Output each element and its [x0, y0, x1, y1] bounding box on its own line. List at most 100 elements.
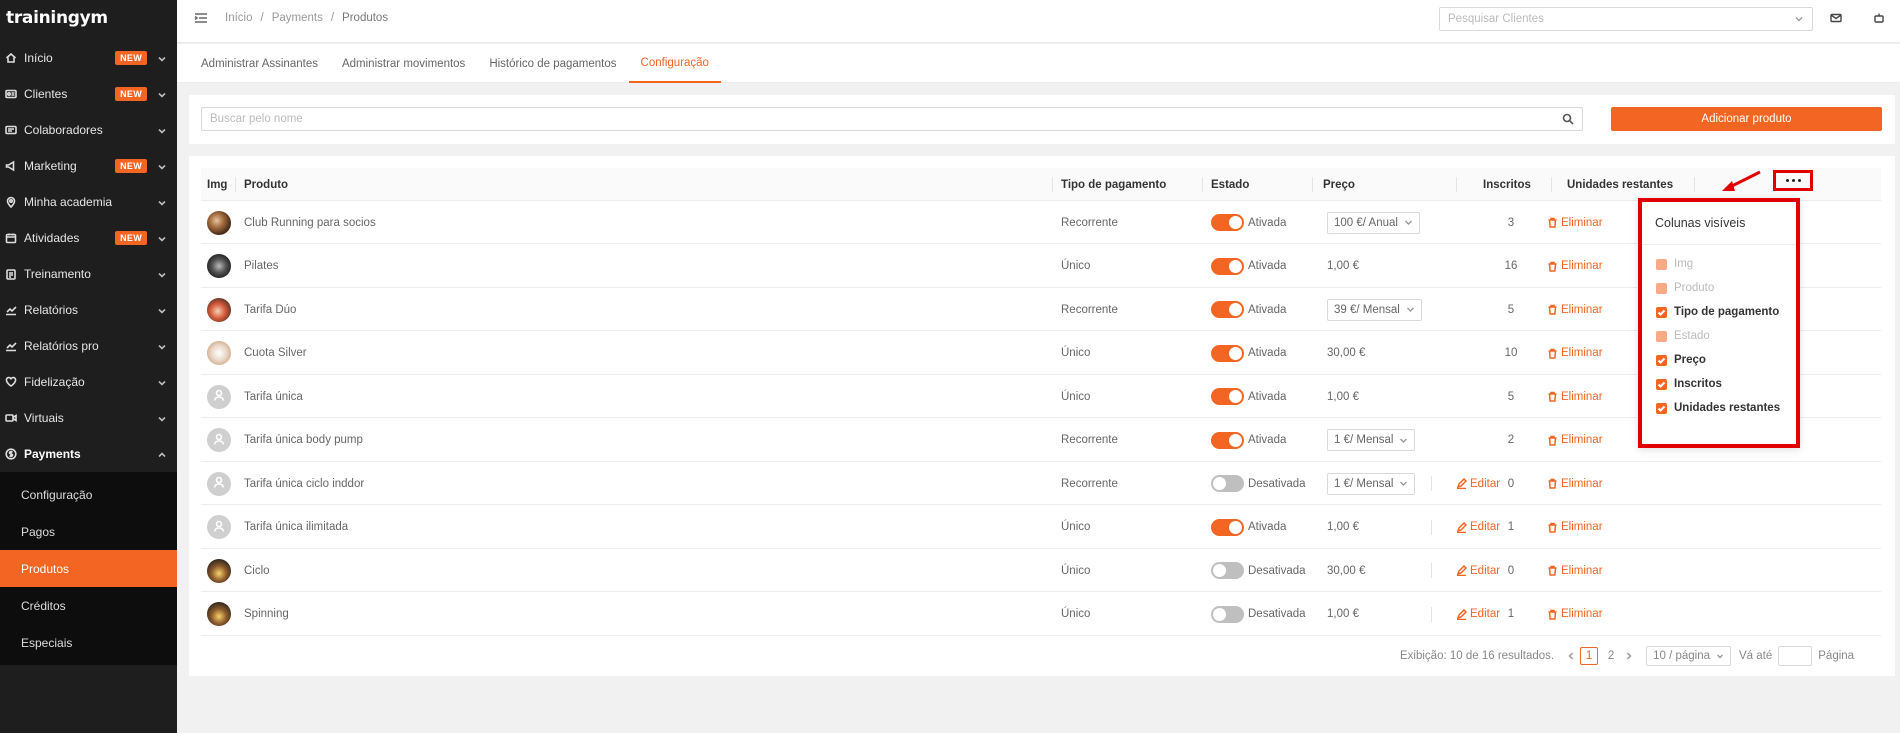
sidebar-item-relatorios[interactable]: Relatórios	[0, 292, 177, 328]
per-page-select[interactable]: 10 / página	[1646, 646, 1731, 666]
user-icon	[212, 432, 226, 449]
product-name[interactable]: Spinning	[244, 593, 289, 636]
sidebar-item-treinamento[interactable]: Treinamento	[0, 256, 177, 292]
chevron-down-icon	[157, 125, 167, 135]
delete-button[interactable]: Eliminar	[1547, 391, 1603, 403]
price-select[interactable]: 39 €/ Mensal	[1327, 298, 1422, 321]
delete-button[interactable]: Eliminar	[1547, 217, 1603, 229]
product-name[interactable]: Tarifa única ilimitada	[244, 506, 348, 549]
checkbox[interactable]	[1656, 402, 1667, 414]
sidebar-item-label: Atividades	[24, 231, 80, 245]
search-panel: Buscar pelo nome Adicionar produto	[189, 95, 1895, 144]
tab-administrar-movimentos[interactable]: Administrar movimentos	[330, 44, 477, 83]
add-product-button[interactable]: Adicionar produto	[1611, 107, 1882, 131]
checkbox[interactable]	[1656, 306, 1667, 318]
sidebar-item-fidelizacao[interactable]: Fidelização	[0, 364, 177, 400]
delete-button[interactable]: Eliminar	[1547, 478, 1603, 490]
sidebar-item-payments[interactable]: Payments	[0, 436, 177, 472]
checkbox[interactable]	[1656, 354, 1667, 366]
column-option-unidades-restantes[interactable]: Unidades restantes	[1656, 400, 1780, 416]
payment-type: Único	[1061, 564, 1091, 577]
status-toggle[interactable]	[1211, 431, 1244, 449]
status-toggle[interactable]	[1211, 388, 1244, 405]
status-toggle[interactable]	[1211, 475, 1244, 492]
edit-button[interactable]: Editar	[1456, 521, 1500, 533]
submenu-item-especiais[interactable]: Especiais	[0, 624, 177, 661]
status-toggle[interactable]	[1211, 518, 1244, 536]
submenu-item-configuracao[interactable]: Configuração	[0, 476, 177, 513]
delete-button[interactable]: Eliminar	[1547, 260, 1603, 272]
sidebar-item-colaboradores[interactable]: Colaboradores	[0, 112, 177, 148]
avatar	[207, 471, 231, 496]
video-icon	[4, 411, 18, 425]
delete-button[interactable]: Eliminar	[1547, 304, 1603, 316]
product-name[interactable]: Cuota Silver	[244, 332, 307, 375]
product-name[interactable]: Tarifa única ciclo inddor	[244, 462, 364, 505]
breadcrumb-home[interactable]: Início	[225, 12, 253, 24]
search-icon[interactable]	[1562, 113, 1574, 125]
edit-button[interactable]: Editar	[1456, 478, 1500, 490]
payment-type: Único	[1061, 390, 1091, 403]
edit-button[interactable]: Editar	[1456, 608, 1500, 620]
menu-toggle-icon[interactable]	[194, 11, 208, 25]
page-1-button[interactable]: 1	[1580, 647, 1599, 665]
sidebar-item-minha-academia[interactable]: Minha academia	[0, 184, 177, 220]
product-name[interactable]: Tarifa única	[244, 375, 303, 418]
sidebar-item-atividades[interactable]: Atividades NEW	[0, 220, 177, 256]
status-toggle[interactable]	[1211, 257, 1244, 275]
column-option-preco[interactable]: Preço	[1656, 352, 1706, 368]
delete-label: Eliminar	[1561, 347, 1603, 359]
submenu-item-creditos[interactable]: Créditos	[0, 587, 177, 624]
column-option-inscritos[interactable]: Inscritos	[1656, 376, 1722, 392]
price-select[interactable]: 1 €/ Mensal	[1327, 429, 1416, 451]
table-row: Ciclo Único Desativada 30,00 €0 Editar Elimin…	[201, 549, 1881, 592]
price-select[interactable]: 1 €/ Mensal	[1327, 472, 1416, 495]
sidebar-item-marketing[interactable]: Marketing NEW	[0, 148, 177, 184]
avatar	[207, 297, 231, 322]
product-name[interactable]: Club Running para socios	[244, 201, 376, 244]
product-name-search-input[interactable]: Buscar pelo nome	[201, 107, 1583, 131]
status-toggle[interactable]	[1211, 605, 1244, 623]
goto-page-input[interactable]	[1778, 646, 1813, 666]
product-name[interactable]: Pilates	[244, 245, 279, 288]
product-name[interactable]: Tarifa única body pump	[244, 419, 363, 462]
status-toggle[interactable]	[1211, 214, 1244, 231]
tab-historico-pagamentos[interactable]: Histórico de pagamentos	[477, 44, 628, 83]
sidebar-item-clientes[interactable]: Clientes NEW	[0, 76, 177, 112]
mail-icon[interactable]	[1830, 12, 1842, 24]
delete-button[interactable]: Eliminar	[1547, 434, 1603, 446]
delete-button[interactable]: Eliminar	[1547, 521, 1603, 533]
product-name[interactable]: Ciclo	[244, 549, 270, 592]
delete-button[interactable]: Eliminar	[1547, 565, 1603, 577]
status-toggle[interactable]	[1211, 562, 1244, 579]
price-select[interactable]: 100 €/ Anual	[1327, 211, 1420, 234]
next-page-icon[interactable]	[1622, 649, 1636, 663]
sidebar-item-relatorios-pro[interactable]: Relatórios pro	[0, 328, 177, 364]
status-label: Desativada	[1248, 608, 1306, 620]
status-toggle[interactable]	[1211, 301, 1244, 318]
prev-page-icon[interactable]	[1564, 649, 1578, 663]
checkbox[interactable]	[1656, 378, 1667, 390]
column-option-tipo-de-pagamento[interactable]: Tipo de pagamento	[1656, 304, 1779, 320]
sidebar-item-inicio[interactable]: Início NEW	[0, 40, 177, 76]
page-2-button[interactable]: 2	[1602, 647, 1620, 665]
status-label: Ativada	[1248, 434, 1287, 446]
delete-button[interactable]: Eliminar	[1547, 347, 1603, 359]
app-logo[interactable]: trainingym	[0, 0, 177, 40]
status-toggle[interactable]	[1211, 344, 1244, 362]
delete-button[interactable]: Eliminar	[1547, 608, 1603, 620]
avatar	[207, 558, 231, 583]
tab-configuracao[interactable]: Configuração	[628, 44, 721, 83]
tab-administrar-assinantes[interactable]: Administrar Assinantes	[189, 44, 330, 83]
column-options-button[interactable]	[1773, 170, 1813, 191]
edit-button[interactable]: Editar	[1456, 565, 1500, 577]
breadcrumb-payments[interactable]: Payments	[272, 12, 323, 24]
submenu-item-produtos[interactable]: Produtos	[0, 550, 177, 587]
product-search-placeholder: Buscar pelo nome	[210, 113, 303, 125]
robot-icon[interactable]	[1873, 12, 1885, 24]
sidebar-item-virtuais[interactable]: Virtuais	[0, 400, 177, 436]
client-search-select[interactable]: Pesquisar Clientes	[1439, 7, 1813, 31]
price-value: 1,00 €	[1327, 390, 1359, 403]
product-name[interactable]: Tarifa Dúo	[244, 288, 296, 331]
submenu-item-pagos[interactable]: Pagos	[0, 513, 177, 550]
